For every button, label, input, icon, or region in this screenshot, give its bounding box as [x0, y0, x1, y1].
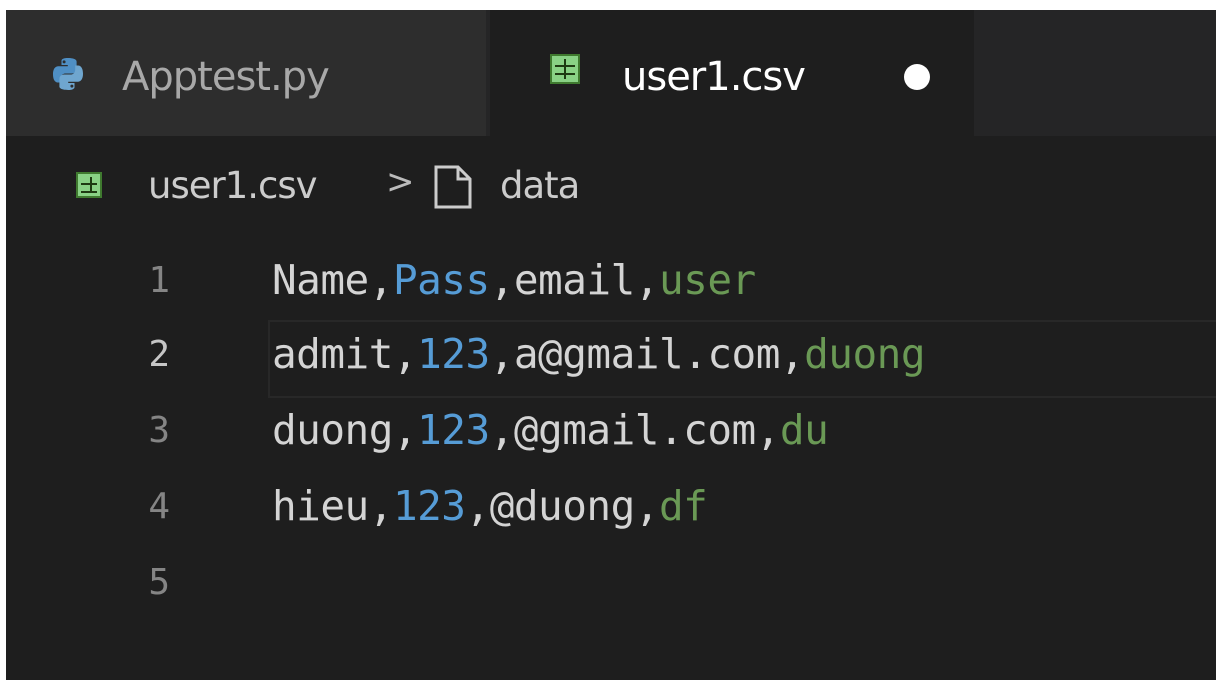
line-text: admit,123,a@gmail.com,duong [272, 330, 925, 378]
tab-label: user1.csv [622, 54, 806, 100]
csv-cell: a@gmail.com [513, 330, 781, 378]
line-text: hieu,123,@duong,df [272, 482, 708, 530]
csv-cell: du [779, 406, 829, 454]
csv-cell: duong [272, 406, 393, 454]
csv-cell: admit [272, 330, 393, 378]
csv-cell: 123 [417, 406, 490, 454]
code-line[interactable]: 5 [6, 550, 1216, 628]
csv-cell: Pass [392, 256, 490, 304]
tab-user1-csv[interactable]: user1.csv [490, 10, 974, 140]
csv-cell: @gmail.com [513, 406, 756, 454]
csv-table-icon [76, 172, 102, 198]
csv-cell: hieu [272, 482, 369, 530]
csv-cell: duong [804, 330, 925, 378]
line-number: 4 [148, 486, 170, 527]
csv-cell: Name [272, 256, 369, 304]
chevron-right-icon: > [386, 162, 414, 202]
line-number: 2 [148, 334, 170, 375]
line-text: Name,Pass,email,user [272, 256, 756, 304]
csv-cell: df [658, 482, 708, 530]
breadcrumb-file[interactable]: user1.csv [148, 164, 318, 207]
file-icon [434, 165, 472, 209]
code-editor[interactable]: 1 Name,Pass,email,user 2 admit,123,a@gma… [6, 218, 1216, 680]
python-icon [53, 58, 83, 90]
code-line[interactable]: 1 Name,Pass,email,user [6, 248, 1216, 326]
csv-cell: 123 [392, 482, 466, 530]
line-number: 3 [148, 410, 170, 451]
line-text: duong,123,@gmail.com,du [272, 406, 829, 454]
breadcrumb-symbol[interactable]: data [500, 164, 580, 207]
code-line-current[interactable]: 2 admit,123,a@gmail.com,duong [6, 320, 1216, 400]
editor-window: Apptest.py user1.csv user1.csv > data 1 … [6, 10, 1216, 680]
line-number: 5 [148, 562, 170, 603]
csv-table-icon [550, 54, 580, 84]
line-number: 1 [148, 260, 170, 301]
tab-apptest-py[interactable]: Apptest.py [6, 10, 488, 136]
code-line[interactable]: 3 duong,123,@gmail.com,du [6, 398, 1216, 476]
code-line[interactable]: 4 hieu,123,@duong,df [6, 474, 1216, 552]
breadcrumb: user1.csv > data [6, 140, 1216, 218]
tab-bar: Apptest.py user1.csv [6, 10, 1216, 140]
csv-cell: email [513, 256, 635, 304]
csv-cell: 123 [417, 330, 490, 378]
unsaved-changes-dot-icon[interactable] [904, 64, 930, 90]
csv-cell: user [658, 256, 756, 304]
csv-cell: @duong [489, 482, 636, 530]
tab-label: Apptest.py [122, 54, 330, 100]
